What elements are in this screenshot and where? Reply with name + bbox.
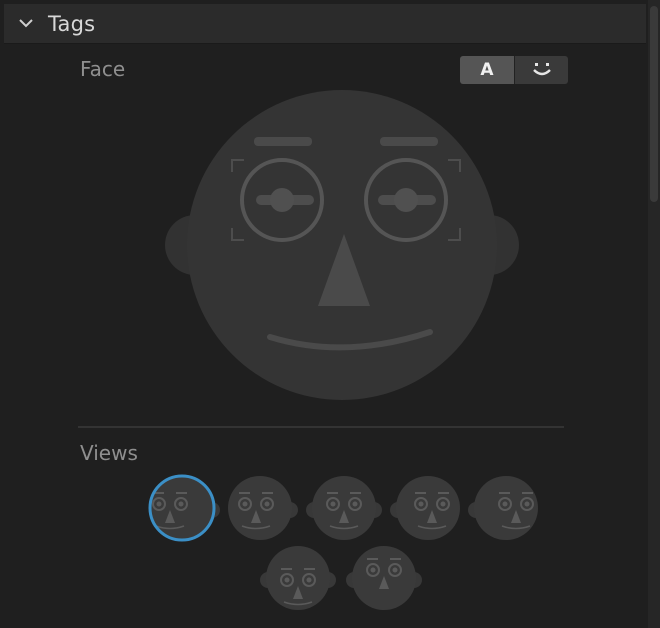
view-thumbnail[interactable] xyxy=(339,542,429,614)
right-eyebrow[interactable] xyxy=(380,137,438,146)
smile-icon xyxy=(532,63,551,76)
face-mode-toggle[interactable]: A xyxy=(460,56,568,84)
view-thumbnail[interactable] xyxy=(253,542,343,614)
face-section-label: Face xyxy=(80,57,126,81)
chevron-down-icon[interactable] xyxy=(18,18,34,30)
scrollbar-thumb[interactable] xyxy=(650,6,658,202)
view-thumbnail[interactable] xyxy=(299,472,389,544)
view-thumbnail[interactable] xyxy=(461,472,551,544)
left-eyebrow[interactable] xyxy=(254,137,312,146)
views-section-label: Views xyxy=(80,441,138,465)
text-mode-label: A xyxy=(480,60,494,80)
face-mode-button[interactable] xyxy=(514,56,568,84)
view-thumbnail[interactable] xyxy=(383,472,473,544)
panel-header[interactable]: Tags xyxy=(4,4,646,44)
panel-title: Tags xyxy=(48,12,96,36)
text-mode-button[interactable]: A xyxy=(460,56,514,84)
view-thumbnail[interactable] xyxy=(215,472,305,544)
view-thumbnail[interactable] xyxy=(137,472,227,544)
section-divider xyxy=(78,426,564,428)
face-tag-diagram[interactable] xyxy=(160,88,524,406)
